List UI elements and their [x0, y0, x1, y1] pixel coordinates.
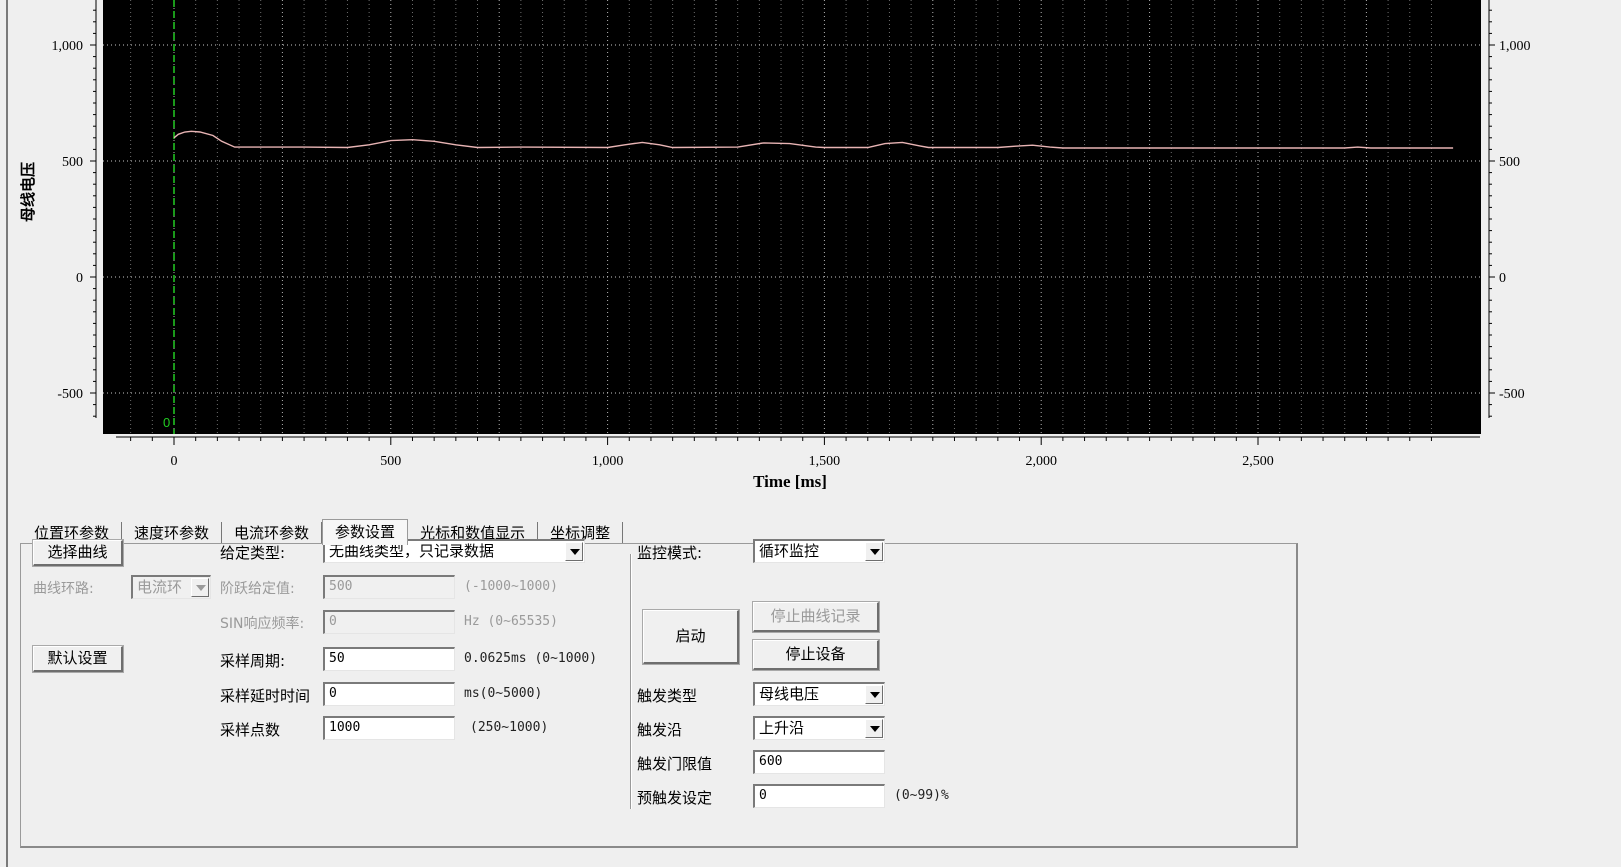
curve-loop-value: 电流环 [137, 578, 183, 596]
sample-delay-input[interactable]: 0 [323, 682, 455, 706]
trigger-edge-value: 上升沿 [759, 719, 805, 737]
sin-freq-range: Hz (0~65535) [464, 614, 558, 629]
x-tick-label: 1,500 [809, 454, 841, 469]
select-curve-button[interactable]: 选择曲线 [33, 540, 123, 566]
sample-points-range: (250~1000) [470, 720, 549, 735]
x-tick-label: 500 [380, 454, 401, 469]
column-divider [630, 554, 632, 809]
y-tick-label-left: 1,000 [52, 39, 84, 54]
y-tick-label-right: 1,000 [1499, 39, 1531, 54]
curve-loop-select[interactable]: 电流环 [131, 575, 211, 599]
trigger-edge-select[interactable]: 上升沿 [753, 716, 885, 740]
trigger-threshold-label: 触发门限值 [637, 755, 713, 773]
trigger-threshold-input[interactable]: 600 [753, 750, 885, 774]
tab-speed-loop[interactable]: 速度环参数 [122, 522, 223, 544]
step-value-label: 阶跃给定值: [220, 581, 295, 597]
step-value-input[interactable]: 500 [323, 575, 455, 599]
sample-delay-range: ms(0~5000) [464, 686, 543, 701]
monitor-mode-label: 监控模式: [637, 544, 703, 562]
tab-parameter-settings[interactable]: 参数设置 [322, 519, 409, 545]
y-tick-label-left: -500 [57, 387, 83, 402]
x-axis-title: Time [ms] [753, 472, 827, 491]
settings-panel: 选择曲线 曲线环路: 电流环 默认设置 给定类型: 无曲线类型，只记录数据 阶跃… [20, 539, 1298, 848]
x-tick-label: 2,500 [1242, 454, 1274, 469]
chevron-down-icon[interactable] [865, 685, 883, 704]
chevron-down-icon[interactable] [865, 542, 883, 561]
pretrigger-range: (0~99)% [894, 788, 949, 803]
x-tick-label: 0 [171, 454, 178, 469]
y-tick-label-left: 0 [76, 271, 83, 286]
sample-points-label: 采样点数 [220, 721, 281, 739]
monitor-mode-value: 循环监控 [759, 542, 820, 560]
given-type-label: 给定类型: [220, 544, 286, 562]
trigger-type-value: 母线电压 [759, 685, 820, 703]
sample-period-label: 采样周期: [220, 652, 286, 670]
pretrigger-label: 预触发设定 [637, 789, 713, 807]
sin-freq-input[interactable]: 0 [323, 610, 455, 634]
sample-delay-label: 采样延时时间 [220, 687, 311, 705]
sample-period-input[interactable]: 50 [323, 647, 455, 671]
stop-record-button[interactable]: 停止曲线记录 [753, 602, 879, 632]
curve-loop-label: 曲线环路: [33, 581, 94, 597]
start-button[interactable]: 启动 [643, 610, 739, 664]
chevron-down-icon[interactable] [865, 719, 883, 738]
y-axis-title: 母线电压 [19, 162, 37, 222]
monitor-mode-select[interactable]: 循环监控 [753, 539, 885, 563]
y-tick-label-right: -500 [1499, 387, 1525, 402]
sample-points-input[interactable]: 1000 [323, 716, 455, 740]
tab-current-loop[interactable]: 电流环参数 [222, 522, 323, 544]
default-settings-button[interactable]: 默认设置 [33, 646, 123, 672]
chevron-down-icon[interactable] [191, 578, 209, 597]
trigger-cursor-label: 0 [163, 415, 170, 430]
trigger-edge-label: 触发沿 [637, 721, 683, 739]
step-value-range: (-1000~1000) [464, 579, 558, 594]
sin-freq-label: SIN响应频率: [220, 616, 305, 632]
stop-device-button[interactable]: 停止设备 [753, 640, 879, 670]
plot-area [103, 0, 1481, 434]
x-tick-label: 2,000 [1025, 454, 1057, 469]
x-tick-label: 1,000 [592, 454, 624, 469]
sample-period-range: 0.0625ms (0~1000) [464, 651, 598, 666]
chevron-down-icon[interactable] [565, 542, 583, 561]
y-tick-label-left: 500 [62, 155, 83, 170]
y-tick-label-right: 500 [1499, 155, 1520, 170]
y-tick-label-right: 0 [1499, 271, 1506, 286]
trigger-type-select[interactable]: 母线电压 [753, 682, 885, 706]
trigger-type-label: 触发类型 [637, 687, 698, 705]
voltage-chart: 1,000 1,000 500 500 0 0 -500 -500 0 500 1,000 1,500… [19, 0, 1531, 491]
pretrigger-input[interactable]: 0 [753, 784, 885, 808]
